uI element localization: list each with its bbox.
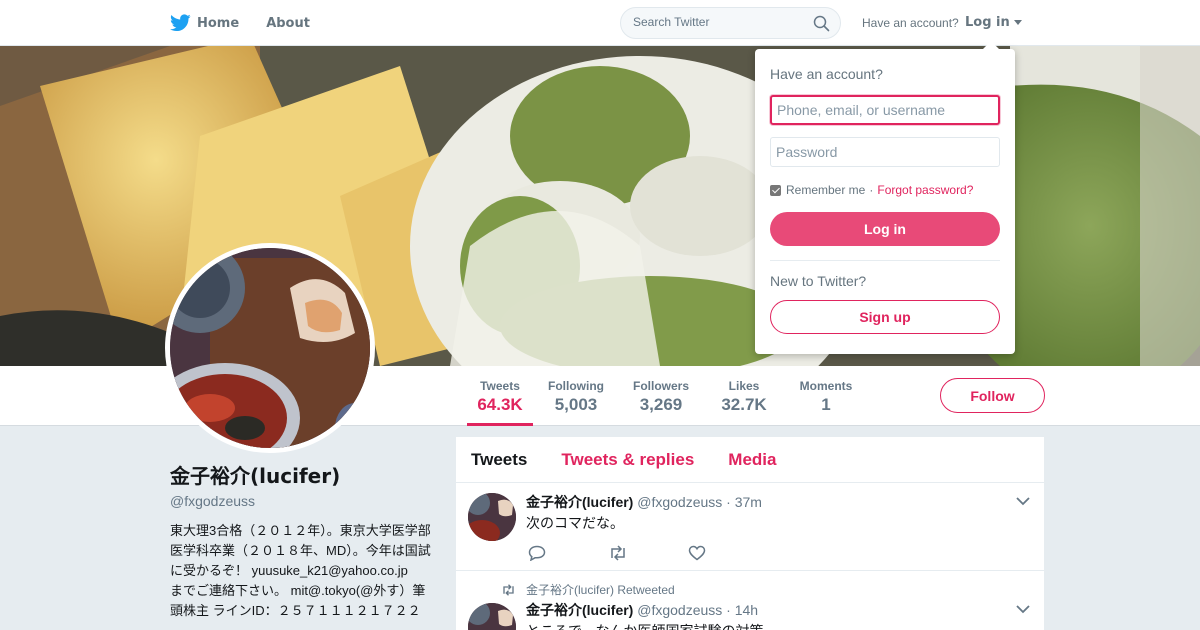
- profile-name[interactable]: 金子裕介(lucifer): [170, 460, 432, 489]
- stat-followers-value: 3,269: [639, 395, 683, 414]
- tweet-timestamp[interactable]: · 14h: [726, 602, 758, 618]
- stat-following[interactable]: Following 5,003: [546, 366, 606, 426]
- password-field[interactable]: [770, 137, 1000, 167]
- nav-home[interactable]: Home: [170, 14, 239, 32]
- top-navigation: Home About Have an account? Log in: [0, 0, 1200, 46]
- forgot-password-link[interactable]: Forgot password?: [877, 183, 973, 197]
- stat-likes-value: 32.7K: [721, 395, 767, 414]
- login-button[interactable]: Log in: [770, 212, 1000, 246]
- stat-tweets-value: 64.3K: [477, 395, 523, 414]
- stat-moments-label: Moments: [799, 379, 853, 393]
- timeline-tabs: Tweets Tweets & replies Media: [456, 437, 1044, 483]
- nav-about[interactable]: About: [266, 16, 310, 31]
- new-to-twitter-text: New to Twitter?: [770, 273, 867, 289]
- remember-me-label[interactable]: Remember me: [786, 183, 865, 197]
- tweet-avatar-image: [468, 493, 516, 541]
- retweet-context: 金子裕介(lucifer) Retweeted: [501, 581, 675, 598]
- retweet-small-icon: [503, 583, 514, 596]
- dropdown-divider: [770, 260, 1000, 261]
- tweet-header: 金子裕介(lucifer) @fxgodzeuss · 14h: [526, 600, 758, 620]
- login-heading: Have an account?: [770, 66, 883, 82]
- stat-following-value: 5,003: [554, 395, 598, 414]
- retweet-icon[interactable]: [608, 545, 628, 561]
- username-field[interactable]: [770, 95, 1000, 125]
- tab-tweets-replies[interactable]: Tweets & replies: [561, 450, 694, 470]
- tweet-author-name[interactable]: 金子裕介(lucifer): [526, 602, 633, 618]
- tweet-avatar[interactable]: [468, 493, 516, 541]
- tweet-avatar-image: [468, 603, 516, 630]
- stat-likes[interactable]: Likes 32.7K: [716, 366, 772, 426]
- tab-tweets[interactable]: Tweets: [471, 450, 527, 470]
- caret-down-icon: [1013, 20, 1022, 25]
- tab-media[interactable]: Media: [728, 450, 776, 470]
- stat-following-label: Following: [548, 379, 604, 393]
- tweet-author-handle[interactable]: @fxgodzeuss: [637, 494, 722, 510]
- search-input[interactable]: [633, 15, 803, 29]
- tweet-author-handle[interactable]: @fxgodzeuss: [637, 602, 722, 618]
- search-icon[interactable]: [813, 15, 830, 32]
- timeline: Tweets Tweets & replies Media 金子裕介(lucif…: [456, 437, 1044, 630]
- stat-followers[interactable]: Followers 3,269: [630, 366, 692, 426]
- tweet-text: 次のコマだな。: [526, 515, 624, 531]
- profile-card: 金子裕介(lucifer) @fxgodzeuss 東大理3合格（２０１２年）。…: [170, 460, 432, 621]
- signup-button[interactable]: Sign up: [770, 300, 1000, 334]
- tweet-timestamp[interactable]: · 37m: [726, 494, 762, 510]
- tweet-text: ところで、なんか医師国家試験の対策: [526, 621, 763, 630]
- tweet-item[interactable]: 金子裕介(lucifer) Retweeted 金子裕介(lucifer) @f…: [456, 571, 1044, 630]
- dropdown-arrow: [983, 41, 999, 49]
- have-account-text: Have an account?: [862, 16, 959, 30]
- login-dropdown-toggle[interactable]: Log in: [965, 15, 1022, 30]
- retweet-context-label[interactable]: 金子裕介(lucifer) Retweeted: [526, 581, 675, 598]
- tweet-avatar[interactable]: [468, 603, 516, 630]
- stat-tweets[interactable]: Tweets 64.3K: [467, 366, 533, 426]
- remember-row: Remember me · Forgot password?: [770, 183, 973, 197]
- tweet-author-name[interactable]: 金子裕介(lucifer): [526, 494, 633, 510]
- search-box: [620, 7, 841, 39]
- stat-moments-value: 1: [821, 395, 831, 414]
- tweet-item[interactable]: 金子裕介(lucifer) @fxgodzeuss · 37m 次のコマだな。: [456, 483, 1044, 571]
- login-toggle-label: Log in: [965, 15, 1010, 30]
- stat-followers-label: Followers: [632, 379, 689, 393]
- nav-about-label: About: [266, 15, 310, 31]
- remember-me-checkbox[interactable]: [770, 184, 781, 196]
- profile-bio: 東大理3合格（２０１２年）。東京大学医学部医学科卒業（２０１８年、MD）。今年は…: [170, 523, 431, 618]
- stat-tweets-label: Tweets: [480, 379, 520, 393]
- nav-left: Home About: [170, 0, 337, 46]
- tweet-header: 金子裕介(lucifer) @fxgodzeuss · 37m: [526, 492, 762, 512]
- separator-dot: ·: [869, 183, 874, 197]
- stat-likes-label: Likes: [728, 379, 760, 393]
- follow-button[interactable]: Follow: [940, 378, 1045, 413]
- login-dropdown: Have an account? Remember me · Forgot pa…: [755, 41, 1015, 354]
- profile-avatar[interactable]: [165, 243, 375, 453]
- reply-icon[interactable]: [528, 545, 546, 561]
- profile-handle[interactable]: @fxgodzeuss: [170, 493, 432, 509]
- heart-icon[interactable]: [688, 545, 706, 561]
- chevron-down-icon[interactable]: [1016, 604, 1030, 614]
- chevron-down-icon[interactable]: [1016, 496, 1030, 506]
- nav-home-label: Home: [197, 15, 240, 31]
- twitter-bird-icon: [170, 14, 191, 32]
- stat-moments[interactable]: Moments 1: [796, 366, 856, 426]
- avatar-image: [170, 248, 370, 448]
